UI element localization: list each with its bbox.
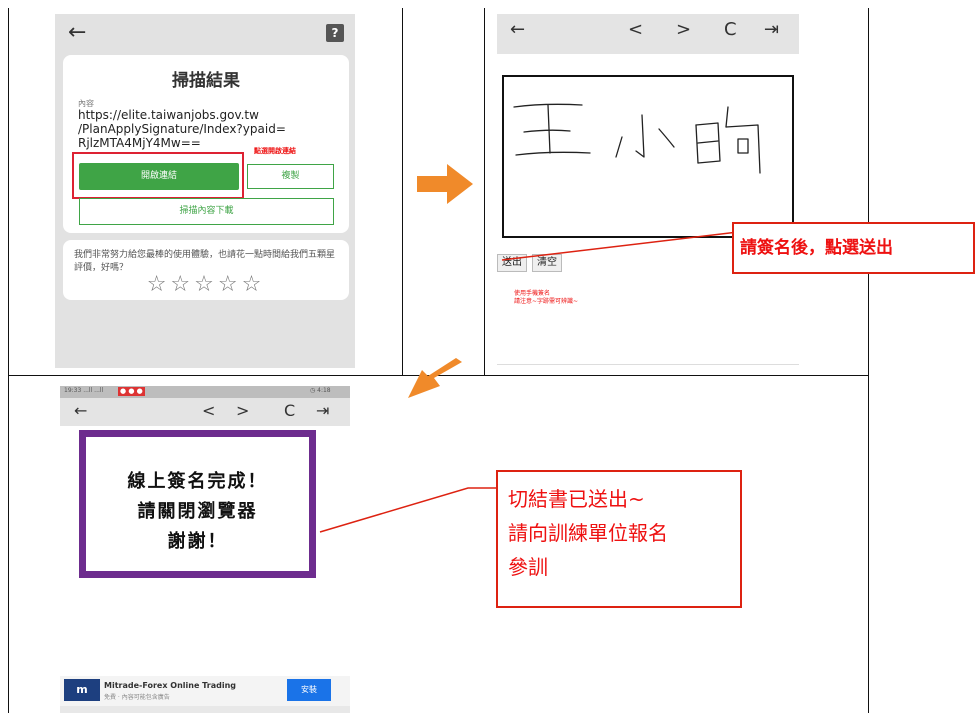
scan-result-header	[55, 14, 355, 54]
prev-page-icon[interactable]: <	[628, 19, 643, 40]
phone-status-bar	[60, 386, 350, 398]
exit-icon[interactable]: ⇥	[316, 401, 329, 420]
arrow-right-icon	[417, 164, 473, 204]
open-link-button[interactable]: 開啟連結	[79, 163, 239, 190]
callout-line-1: 切結書已送出~	[508, 487, 645, 511]
ad-logo: m	[64, 679, 100, 701]
scanned-url-line-3: RjlzMTA4MjY4Mw==	[78, 136, 201, 150]
reload-icon[interactable]: C	[724, 19, 737, 40]
next-page-icon[interactable]: >	[236, 401, 249, 420]
status-left: 19:33 ...ll ...ll	[64, 387, 104, 394]
back-arrow-icon[interactable]: ←	[510, 19, 525, 40]
scanned-url: https://elite.taiwanjobs.gov.tw /PlanApp…	[78, 108, 346, 150]
phone-nav-bar	[60, 706, 350, 713]
callout-line-2: 請向訓練單位報名	[508, 521, 668, 545]
back-arrow-icon[interactable]: ←	[74, 401, 87, 420]
scanned-url-line-1: https://elite.taiwanjobs.gov.tw	[78, 108, 259, 122]
frame-mid-vertical-1	[402, 8, 403, 376]
sign-then-send-callout: 請簽名後，點選送出	[732, 222, 975, 274]
completion-line-2: 請關閉瀏覽器	[137, 501, 258, 522]
help-icon[interactable]: ?	[326, 24, 344, 42]
completion-line-1: 線上簽名完成！	[127, 471, 268, 492]
ad-title: Mitrade-Forex Online Trading	[104, 681, 236, 690]
signature-note-2: 請注意~字跡需可辨識~	[514, 298, 579, 305]
callout-pointer-line	[501, 231, 739, 261]
next-page-icon[interactable]: >	[676, 19, 691, 40]
download-content-button[interactable]: 掃描內容下載	[79, 198, 334, 225]
status-right: ◷ 4:18	[310, 387, 331, 394]
submitted-callout: 切結書已送出~ 請向訓練單位報名 參訓	[496, 470, 742, 608]
frame-right	[868, 8, 869, 713]
prev-page-icon[interactable]: <	[202, 401, 215, 420]
reload-icon[interactable]: C	[284, 401, 295, 420]
completion-message: 線上簽名完成！ 請關閉瀏覽器 謝謝！	[86, 467, 309, 557]
scanned-url-line-2: /PlanApplySignature/Index?ypaid=	[78, 122, 286, 136]
frame-mid-vertical-2	[484, 8, 485, 376]
callout-line-3: 參訓	[508, 555, 548, 579]
recording-indicator: ● ● ●	[118, 387, 145, 396]
star-rating[interactable]: ☆☆☆☆☆	[63, 272, 349, 297]
open-link-hint: 點選開啟連結	[254, 147, 296, 155]
scan-result-title: 掃描結果	[172, 71, 240, 91]
ad-install-button[interactable]: 安裝	[287, 679, 331, 701]
completion-line-3: 謝謝！	[167, 531, 228, 552]
copy-button[interactable]: 複製	[247, 164, 334, 189]
frame-left	[8, 8, 9, 713]
back-arrow-icon[interactable]: ←	[68, 20, 86, 45]
browser-toolbar	[497, 14, 799, 54]
signature-canvas[interactable]	[502, 75, 794, 238]
divider	[497, 364, 799, 365]
ad-subtitle: 免費 · 內容可能包含廣告	[104, 694, 170, 701]
handwritten-signature	[513, 103, 761, 174]
exit-icon[interactable]: ⇥	[764, 19, 779, 40]
callout-pointer-line	[319, 487, 496, 533]
arrow-down-left-icon	[408, 358, 462, 398]
